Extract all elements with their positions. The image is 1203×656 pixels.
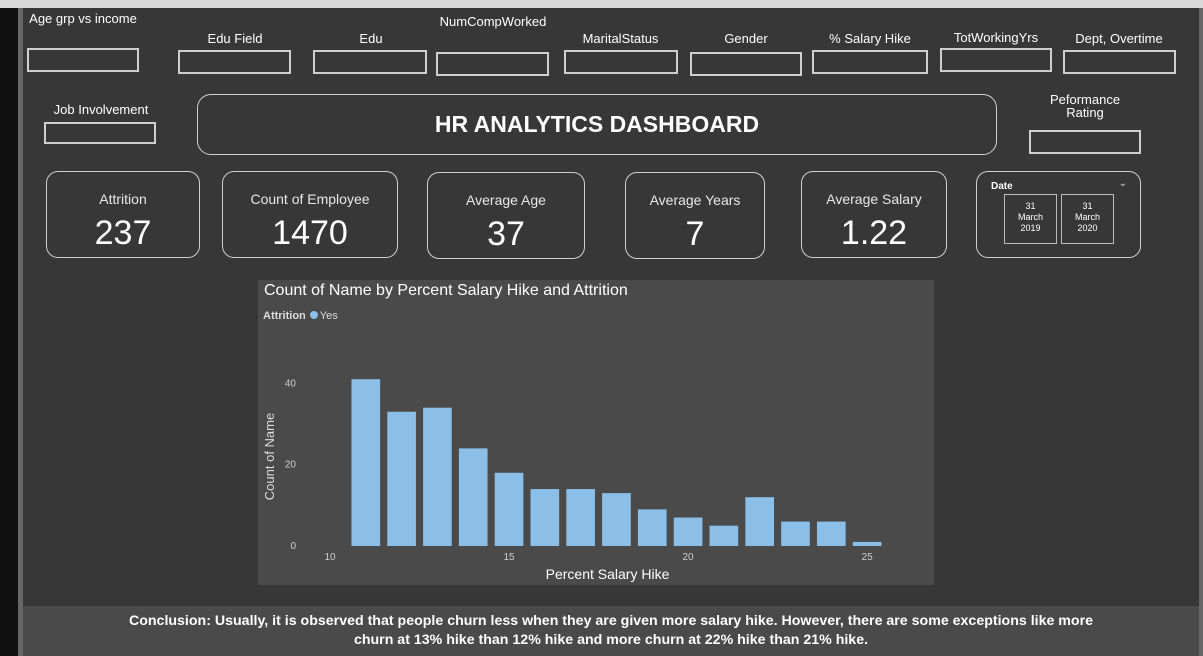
- slicer-label-edu: Edu: [359, 31, 383, 46]
- bar: [351, 379, 381, 546]
- kpi-value: 37: [487, 215, 525, 253]
- bar: [781, 521, 810, 546]
- bar: [494, 472, 524, 546]
- slicer-label-edu-field: Edu Field: [207, 31, 263, 46]
- right-scroll-edge: [1199, 8, 1203, 656]
- top-border: [0, 0, 1203, 8]
- slicer-label-age-income: Age grp vs income: [29, 11, 137, 26]
- y-tick-label: 20: [285, 460, 297, 471]
- chevron-down-icon[interactable]: ⌄: [1119, 178, 1127, 189]
- date-slicer[interactable]: Date ⌄ 31 March 2019 31 March 2020: [976, 171, 1141, 258]
- bar: [852, 541, 882, 546]
- kpi-value: 1.22: [840, 214, 908, 252]
- x-tick-label: 20: [683, 552, 695, 563]
- slicer-label-marital-status: MaritalStatus: [582, 31, 659, 46]
- date-end-year: 2020: [1077, 223, 1098, 233]
- y-axis-label: Count of Name: [262, 413, 277, 500]
- slicer-label-salary-hike: % Salary Hike: [829, 31, 911, 46]
- slicer-label-performance-rating: Peformance Rating: [1049, 92, 1121, 120]
- x-tick-label: 25: [862, 552, 874, 563]
- kpi-value: 7: [685, 215, 705, 253]
- bar: [816, 521, 846, 546]
- kpi-label: Count of Employee: [250, 191, 370, 207]
- conclusion-line-1: Conclusion: Usually, it is observed that…: [128, 613, 1094, 629]
- kpi-card-average-years: Average Years 7: [625, 172, 765, 259]
- y-tick-label: 40: [285, 378, 297, 389]
- slicer-gender[interactable]: [690, 52, 802, 76]
- date-end-field[interactable]: 31 March 2020: [1061, 194, 1114, 244]
- slicer-label-num-comp-worked: NumCompWorked: [439, 14, 547, 29]
- kpi-card-attrition: Attrition 237: [46, 171, 200, 258]
- slicer-marital-status[interactable]: [564, 50, 678, 74]
- kpi-value: 1470: [272, 214, 348, 252]
- conclusion-line-2: churn at 13% hike than 12% hike and more…: [353, 632, 869, 648]
- x-axis-label: Percent Salary Hike: [546, 566, 670, 582]
- slicer-edu-field[interactable]: [178, 50, 291, 74]
- bar: [673, 517, 703, 546]
- slicer-label-tot-working-yrs: TotWorkingYrs: [953, 30, 1039, 45]
- bar: [566, 489, 595, 546]
- slicer-salary-hike[interactable]: [812, 50, 928, 74]
- date-slicer-label: Date: [991, 181, 1013, 192]
- bar: [709, 525, 739, 546]
- slicer-num-comp-worked[interactable]: [436, 52, 549, 76]
- dashboard-title: HR ANALYTICS DASHBOARD: [197, 94, 997, 155]
- left-border: [0, 8, 18, 656]
- slicer-performance-rating[interactable]: [1029, 130, 1141, 154]
- y-tick-label: 0: [290, 541, 296, 552]
- kpi-card-average-age: Average Age 37: [427, 172, 585, 259]
- date-end-month: March: [1074, 212, 1100, 222]
- bar: [423, 407, 452, 546]
- bar: [637, 509, 667, 546]
- date-start-day: 31: [1025, 201, 1036, 211]
- bar-chart: 10 15 20 25 0 20 40 Percent Salary Hike Count of…: [262, 378, 882, 582]
- date-start-month: March: [1017, 212, 1043, 222]
- date-start-year: 2019: [1020, 223, 1041, 233]
- kpi-card-count-employee: Count of Employee 1470: [222, 171, 398, 258]
- slicer-label-gender: Gender: [724, 31, 768, 46]
- slicer-age-income[interactable]: [27, 48, 139, 72]
- bar: [387, 411, 416, 546]
- kpi-label: Attrition: [99, 191, 147, 207]
- bar: [530, 489, 560, 546]
- slicer-tot-working-yrs[interactable]: [940, 48, 1052, 72]
- bar: [458, 448, 488, 546]
- slicer-job-involvement[interactable]: [44, 122, 156, 144]
- kpi-card-average-salary: Average Salary 1.22: [801, 171, 947, 258]
- x-tick-label: 10: [324, 552, 336, 563]
- x-tick-label: 15: [503, 552, 515, 563]
- slicer-label-dept-overtime: Dept, Overtime: [1075, 31, 1163, 46]
- kpi-label: Average Salary: [826, 191, 922, 207]
- slicer-label-job-involvement: Job Involvement: [53, 102, 149, 117]
- bar: [602, 493, 631, 546]
- kpi-label: Average Age: [466, 192, 546, 208]
- date-start-field[interactable]: 31 March 2019: [1004, 194, 1057, 244]
- date-end-day: 31: [1082, 201, 1093, 211]
- slicer-edu[interactable]: [313, 50, 427, 74]
- bar: [745, 497, 774, 546]
- conclusion-banner: Conclusion: Usually, it is observed that…: [23, 606, 1199, 656]
- kpi-label: Average Years: [649, 192, 741, 208]
- kpi-value: 237: [94, 214, 152, 252]
- slicer-dept-overtime[interactable]: [1063, 50, 1176, 74]
